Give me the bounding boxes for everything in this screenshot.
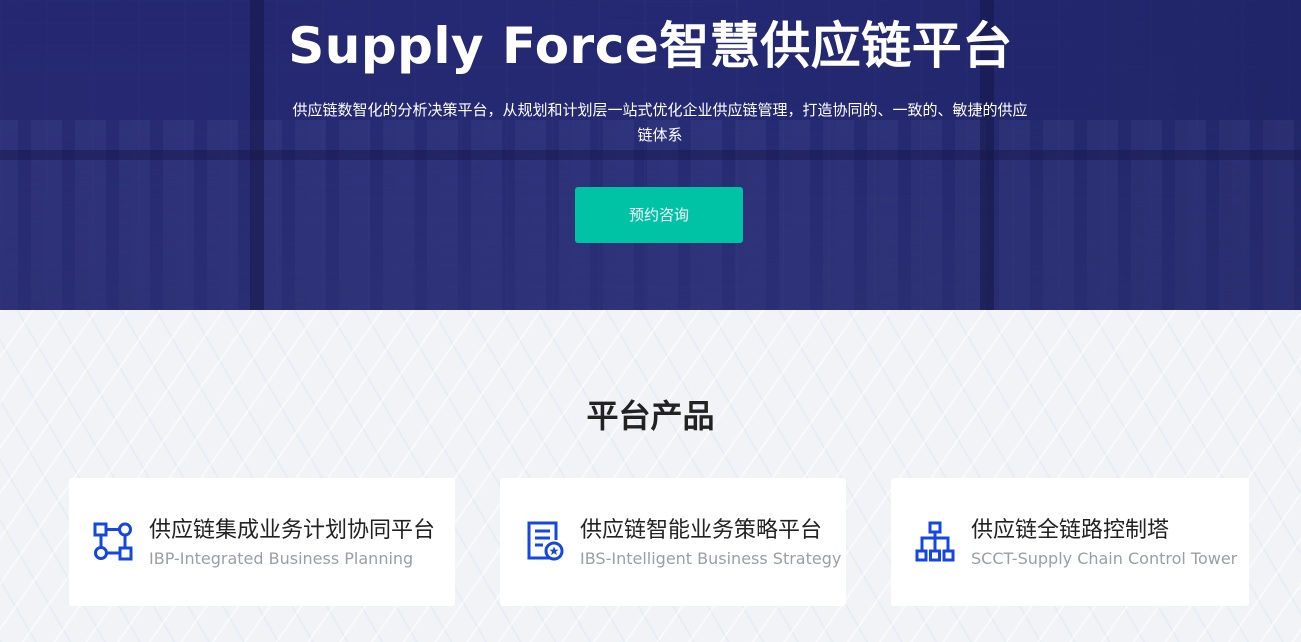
hero-banner: Supply Force智慧供应链平台 供应链数智化的分析决策平台，从规划和计划…: [0, 0, 1301, 310]
org-tree-icon: [915, 520, 955, 562]
book-consultation-button[interactable]: 预约咨询: [575, 187, 743, 243]
product-subtitle: IBP-Integrated Business Planning: [149, 549, 414, 568]
product-card-scct[interactable]: 供应链全链路控制塔 SCCT-Supply Chain Control Towe…: [891, 478, 1249, 606]
hero-window-frame: [0, 150, 1301, 160]
platform-products-section: 平台产品 供应链集成业务计划协同平台 IBP-Integrated Busine…: [0, 310, 1301, 642]
flow-nodes-icon: [93, 520, 133, 562]
product-name: 供应链智能业务策略平台: [580, 518, 823, 543]
product-name: 供应链全链路控制塔: [971, 518, 1170, 543]
product-card-ibp[interactable]: 供应链集成业务计划协同平台 IBP-Integrated Business Pl…: [69, 478, 455, 606]
product-subtitle: SCCT-Supply Chain Control Tower: [971, 549, 1238, 568]
product-name: 供应链集成业务计划协同平台: [149, 518, 436, 543]
document-badge-icon: [524, 520, 564, 562]
product-subtitle: IBS-Intelligent Business Strategy: [580, 549, 842, 568]
product-card-ibs[interactable]: 供应链智能业务策略平台 IBS-Intelligent Business Str…: [500, 478, 846, 606]
hero-description: 供应链数智化的分析决策平台，从规划和计划层一站式优化企业供应链管理，打造协同的、…: [292, 101, 1028, 144]
hero-title: Supply Force智慧供应链平台: [288, 17, 1013, 75]
section-title: 平台产品: [586, 397, 715, 435]
